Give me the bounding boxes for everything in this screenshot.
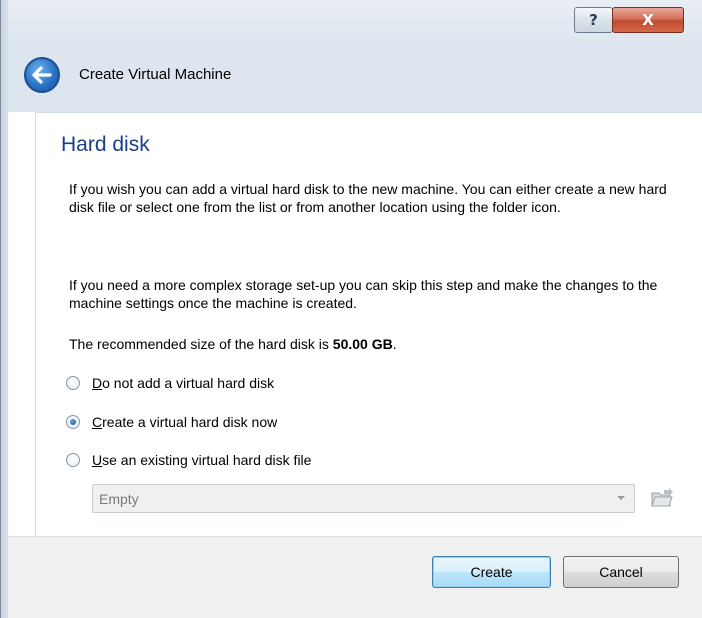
option-no-disk-label: Do not add a virtual hard disk: [92, 375, 275, 391]
folder-icon: [651, 488, 673, 507]
page-title: Hard disk: [61, 133, 150, 156]
choose-disk-folder-button[interactable]: [648, 486, 676, 510]
close-button[interactable]: X: [612, 7, 684, 33]
back-button[interactable]: [24, 57, 60, 93]
existing-disk-select[interactable]: Empty: [92, 484, 635, 513]
wizard-title: Create Virtual Machine: [79, 66, 232, 83]
recommended-size-text: The recommended size of the hard disk is…: [69, 335, 679, 353]
content-panel: [35, 112, 702, 536]
back-arrow-icon: [32, 66, 52, 84]
create-button[interactable]: Create: [432, 556, 551, 588]
help-icon: ?: [589, 11, 598, 29]
window-frame: [0, 0, 8, 618]
option-create-disk-label: Create a virtual hard disk now: [92, 414, 278, 430]
option-existing-disk-label: Use an existing virtual hard disk file: [92, 452, 312, 468]
title-bar[interactable]: ? X: [0, 0, 702, 40]
radio-create-disk[interactable]: [66, 415, 80, 429]
option-existing-disk[interactable]: Use an existing virtual hard disk file: [66, 450, 311, 470]
close-icon: X: [642, 11, 654, 29]
option-no-disk[interactable]: Do not add a virtual hard disk: [66, 373, 274, 393]
option-create-disk[interactable]: Create a virtual hard disk now: [66, 412, 277, 432]
recommended-suffix: .: [392, 336, 397, 352]
radio-existing-disk[interactable]: [66, 453, 80, 467]
description-paragraph-1: If you wish you can add a virtual hard d…: [69, 181, 667, 215]
create-vm-dialog: ? X Create Virtual Machine Hard disk If …: [0, 0, 702, 618]
recommended-size-value: 50.00 GB: [332, 336, 393, 352]
existing-disk-value: Empty: [99, 491, 139, 507]
chevron-down-icon: [617, 496, 625, 500]
cancel-button[interactable]: Cancel: [563, 556, 679, 588]
description-paragraph-2: If you need a more complex storage set-u…: [69, 277, 658, 311]
recommended-prefix: The recommended size of the hard disk is: [69, 336, 333, 352]
radio-no-disk[interactable]: [66, 376, 80, 390]
help-button[interactable]: ?: [574, 7, 613, 33]
